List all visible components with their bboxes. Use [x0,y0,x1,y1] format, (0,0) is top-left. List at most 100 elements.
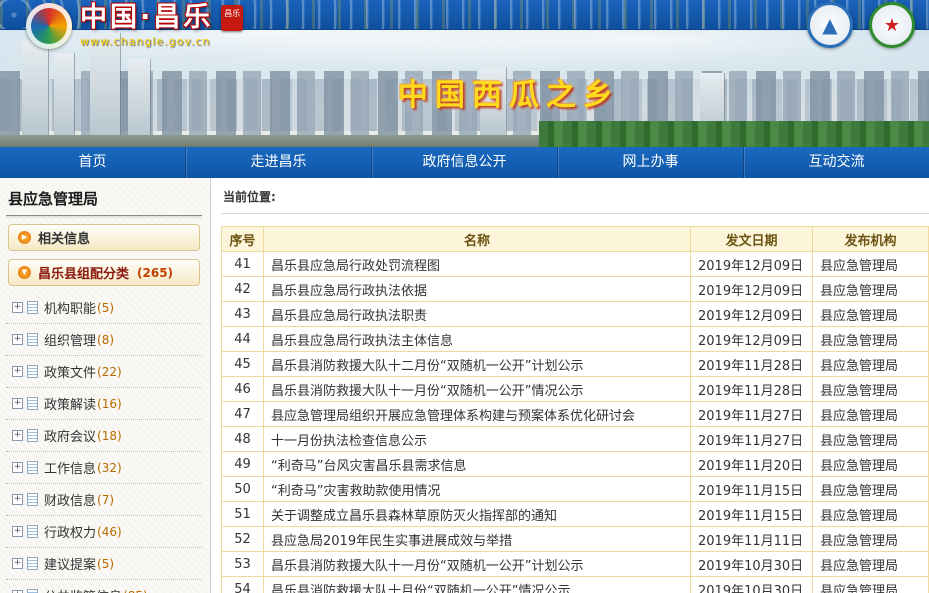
banner-ground [0,135,557,147]
record-org: 县应急管理局 [813,577,929,593]
tree-item-count: (22) [97,365,122,379]
record-date: 2019年12月09日 [691,252,813,277]
record-title-link[interactable]: 昌乐县应急局行政执法主体信息 [264,327,691,352]
record-title-link[interactable]: 昌乐县应急局行政执法职责 [264,302,691,327]
record-number: 46 [222,377,264,402]
tree-item[interactable]: + 组织管理(8) [6,324,202,356]
records-table: 序号名称发文日期发布机构 41昌乐县应急局行政处罚流程图2019年12月09日县… [221,226,929,593]
expand-plus-icon[interactable]: + [12,366,23,377]
expand-plus-icon[interactable]: + [12,430,23,441]
record-number: 43 [222,302,264,327]
document-icon [27,429,38,442]
nav-item-3[interactable]: 网上办事 [557,147,743,178]
category-label: 昌乐县组配分类 [38,263,129,282]
record-title-link[interactable]: 县应急管理局组织开展应急管理体系构建与预案体系优化研讨会 [264,402,691,427]
tree-item-count: (16) [97,397,122,411]
expand-plus-icon[interactable]: + [12,494,23,505]
arrow-right-icon: ▶ [18,231,31,244]
tree-item-label: 公共监管信息 [44,586,122,593]
record-date: 2019年12月09日 [691,327,813,352]
banner-badges: ▲ ★ [807,2,915,48]
record-title-link[interactable]: 昌乐县消防救援大队十月份“双随机一公开”情况公示 [264,577,691,593]
record-org: 县应急管理局 [813,552,929,577]
wreath-emblem-icon: ★ [869,2,915,48]
category-tree: +机构职能(5)+组织管理(8)+政策文件(22)+政策解读(16)+政府会议(… [6,292,202,593]
expand-plus-icon[interactable]: + [12,398,23,409]
column-header-1: 名称 [264,227,691,252]
nav-item-4[interactable]: 互动交流 [743,147,929,178]
record-title-link[interactable]: 昌乐县消防救援大队十一月份“双随机一公开”计划公示 [264,552,691,577]
table-row: 49“利奇马”台风灾害昌乐县需求信息2019年11月20日县应急管理局 [222,452,929,477]
expand-plus-icon[interactable]: + [12,526,23,537]
nav-item-2[interactable]: 政府信息公开 [371,147,557,178]
table-row: 43昌乐县应急局行政执法职责2019年12月09日县应急管理局 [222,302,929,327]
record-org: 县应急管理局 [813,277,929,302]
category-button[interactable]: ▼ 昌乐县组配分类 (265) [8,259,200,286]
record-title-link[interactable]: 昌乐县消防救援大队十一月份“双随机一公开”情况公示 [264,377,691,402]
record-title-link[interactable]: 昌乐县应急局行政处罚流程图 [264,252,691,277]
record-title-link[interactable]: “利奇马”台风灾害昌乐县需求信息 [264,452,691,477]
nav-item-1[interactable]: 走进昌乐 [185,147,371,178]
document-icon [27,461,38,474]
tree-item-count: (18) [97,429,122,443]
tree-item[interactable]: +工作信息(32) [6,452,202,484]
expand-plus-icon[interactable]: + [12,334,23,345]
tree-item-label: 机构职能 [44,298,96,317]
site-url: www.changle.gov.cn [80,35,213,48]
tree-item-label: 政策解读 [44,394,96,413]
tree-item[interactable]: + 政府会议(18) [6,420,202,452]
nav-item-0[interactable]: 首页 [0,147,185,178]
tree-item-count: (8) [97,333,114,347]
column-header-3: 发布机构 [813,227,929,252]
record-title-link[interactable]: 关于调整成立昌乐县森林草原防灭火指挥部的通知 [264,502,691,527]
record-date: 2019年11月15日 [691,477,813,502]
tree-item[interactable]: + 机构职能(5) [6,292,202,324]
record-title-link[interactable]: 昌乐县消防救援大队十二月份“双随机一公开”计划公示 [264,352,691,377]
records-tbody: 41昌乐县应急局行政处罚流程图2019年12月09日县应急管理局42昌乐县应急局… [222,252,929,593]
record-org: 县应急管理局 [813,377,929,402]
tree-item[interactable]: +公共监管信息(85) [6,580,202,593]
tree-item[interactable]: +行政权力(46) [6,516,202,548]
tree-item-label: 政府会议 [44,426,96,445]
category-count: (265) [137,266,173,280]
record-org: 县应急管理局 [813,452,929,477]
tree-item-count: (5) [97,301,114,315]
tree-item-count: (32) [97,461,122,475]
expand-plus-icon[interactable]: + [12,302,23,313]
record-org: 县应急管理局 [813,527,929,552]
expand-plus-icon[interactable]: + [12,558,23,569]
related-info-button[interactable]: ▶ 相关信息 [8,224,200,251]
main-panel: 当前位置: 序号名称发文日期发布机构 41昌乐县应急局行政处罚流程图2019年1… [211,178,929,593]
tree-item-count: (7) [97,493,114,507]
record-number: 51 [222,502,264,527]
record-title-link[interactable]: 昌乐县应急局行政执法依据 [264,277,691,302]
content-area: 县应急管理局 ▶ 相关信息 ▼ 昌乐县组配分类 (265) +机构职能(5)+组… [0,178,929,593]
tree-item-count: (5) [97,557,114,571]
record-date: 2019年11月27日 [691,402,813,427]
tree-item[interactable]: +财政信息(7) [6,484,202,516]
tree-item[interactable]: +政策文件(22) [6,356,202,388]
record-number: 48 [222,427,264,452]
record-date: 2019年11月15日 [691,502,813,527]
tree-item-count: (46) [97,525,122,539]
record-org: 县应急管理局 [813,402,929,427]
site-title: 中国·昌乐 [80,3,213,33]
records-table-header: 序号名称发文日期发布机构 [222,227,929,252]
tree-item[interactable]: + 政策解读(16) [6,388,202,420]
tree-item-label: 组织管理 [44,330,96,349]
document-icon [27,589,38,593]
site-emblem-icon [26,3,72,49]
arrow-down-icon: ▼ [18,266,31,279]
document-icon [27,397,38,410]
record-title-link[interactable]: 县应急局2019年民生实事进展成效与举措 [264,527,691,552]
expand-plus-icon[interactable]: + [12,462,23,473]
record-title-link[interactable]: 十一月份执法检查信息公示 [264,427,691,452]
tree-item[interactable]: +建议提案(5) [6,548,202,580]
sidebar: 县应急管理局 ▶ 相关信息 ▼ 昌乐县组配分类 (265) +机构职能(5)+组… [0,178,211,593]
site-logo[interactable]: 中国·昌乐 www.changle.gov.cn 昌乐 [26,3,243,49]
record-date: 2019年11月28日 [691,377,813,402]
record-org: 县应急管理局 [813,427,929,452]
record-title-link[interactable]: “利奇马”灾害救助款使用情况 [264,477,691,502]
record-date: 2019年10月30日 [691,552,813,577]
record-org: 县应急管理局 [813,302,929,327]
